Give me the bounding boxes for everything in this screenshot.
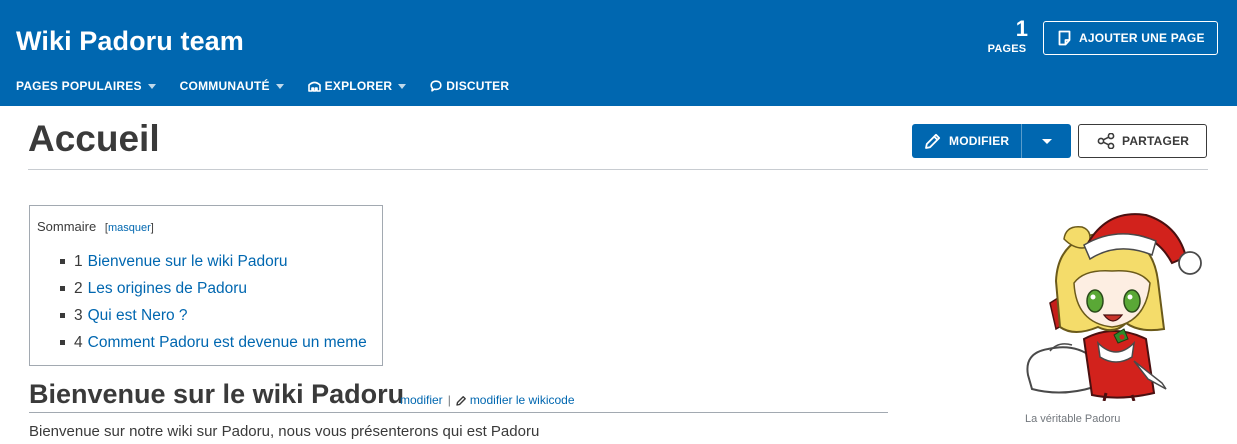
- pages-count-label: PAGES: [987, 43, 1027, 55]
- chevron-down-icon: [398, 84, 407, 89]
- edit-dropdown-button[interactable]: [1022, 124, 1071, 158]
- toc-item-number: 2: [74, 279, 83, 297]
- add-page-label: AJOUTER UNE PAGE: [1079, 31, 1205, 45]
- nav-explore-label: EXPLORER: [324, 79, 393, 93]
- toc-item[interactable]: 2 Les origines de Padoru: [60, 275, 367, 302]
- toc-item-number: 4: [74, 333, 83, 351]
- chevron-down-icon: [1041, 138, 1052, 144]
- nav-discuss-label: DISCUTER: [446, 79, 510, 93]
- toc-item[interactable]: 3 Qui est Nero ?: [60, 302, 367, 329]
- toc-item[interactable]: 1 Bienvenue sur le wiki Padoru: [60, 248, 367, 275]
- toc-header: Sommaire [masquer]: [37, 219, 154, 234]
- toc-item-link[interactable]: Les origines de Padoru: [88, 279, 247, 299]
- toc-item-number: 1: [74, 252, 83, 270]
- chevron-down-icon: [275, 84, 284, 89]
- edit-separator: |: [447, 393, 451, 407]
- padoru-image[interactable]: [1022, 211, 1206, 402]
- section-edit-source-link[interactable]: modifier le wikicode: [470, 393, 575, 407]
- community-header: Wiki Padoru team PAGES POPULAIRES COMMUN…: [0, 0, 1237, 106]
- toc-item-number: 3: [74, 306, 83, 324]
- toc-toggle: [masquer]: [104, 222, 154, 234]
- bullet-icon: [60, 340, 65, 345]
- edit-button-label: MODIFIER: [949, 134, 1010, 148]
- page-icon: [1058, 30, 1071, 46]
- nav-community-label: COMMUNAUTÉ: [179, 79, 270, 93]
- wiki-name[interactable]: Wiki Padoru team: [16, 26, 244, 57]
- share-button-label: PARTAGER: [1122, 134, 1190, 148]
- wiki-navigation: PAGES POPULAIRES COMMUNAUTÉ EXPLORER DIS…: [16, 78, 533, 94]
- nav-community[interactable]: COMMUNAUTÉ: [180, 78, 284, 94]
- toc-item[interactable]: 4 Comment Padoru est devenue un meme: [60, 329, 367, 356]
- padoru-illustration: [1026, 213, 1202, 402]
- pages-counter[interactable]: 1 PAGES: [980, 16, 1034, 56]
- nav-popular-pages-label: PAGES POPULAIRES: [16, 79, 142, 93]
- share-button[interactable]: PARTAGER: [1078, 124, 1207, 158]
- toc-item-link[interactable]: Bienvenue sur le wiki Padoru: [88, 252, 288, 272]
- section-body-text: Bienvenue sur notre wiki sur Padoru, nou…: [29, 423, 540, 440]
- share-icon: [1097, 133, 1115, 149]
- toc-heading: Sommaire: [37, 219, 97, 234]
- table-of-contents: Sommaire [masquer] 1 Bienvenue sur le wi…: [29, 205, 383, 366]
- toc-list: 1 Bienvenue sur le wiki Padoru 2 Les ori…: [60, 248, 367, 356]
- image-caption: La véritable Padoru: [1025, 413, 1121, 425]
- edit-button-group: MODIFIER: [912, 124, 1071, 158]
- bullet-icon: [60, 313, 65, 318]
- page-title: Accueil: [28, 118, 160, 159]
- section-edit-link[interactable]: modifier: [400, 393, 443, 407]
- nav-explore[interactable]: EXPLORER: [307, 78, 407, 94]
- nav-discuss[interactable]: DISCUTER: [430, 78, 509, 94]
- bullet-icon: [60, 259, 65, 264]
- toc-item-link[interactable]: Qui est Nero ?: [88, 306, 188, 326]
- title-divider: [28, 169, 1208, 170]
- toc-toggle-link[interactable]: masquer: [108, 222, 151, 234]
- discuss-icon: [430, 80, 442, 92]
- chevron-down-icon: [147, 84, 156, 89]
- add-page-button[interactable]: AJOUTER UNE PAGE: [1043, 21, 1218, 55]
- section-title: Bienvenue sur le wiki Padoru: [29, 379, 405, 409]
- section-header: Bienvenue sur le wiki Padoru modifier | …: [29, 379, 888, 413]
- pages-count-number: 1: [1015, 16, 1028, 41]
- explore-icon: [307, 81, 321, 92]
- pencil-icon: [456, 395, 467, 406]
- bullet-icon: [60, 286, 65, 291]
- section-edit-links: modifier | modifier le wikicode: [400, 393, 575, 407]
- toc-item-link[interactable]: Comment Padoru est devenue un meme: [88, 333, 367, 353]
- nav-popular-pages[interactable]: PAGES POPULAIRES: [16, 78, 156, 94]
- edit-button[interactable]: MODIFIER: [912, 124, 1022, 158]
- pencil-icon: [924, 132, 942, 150]
